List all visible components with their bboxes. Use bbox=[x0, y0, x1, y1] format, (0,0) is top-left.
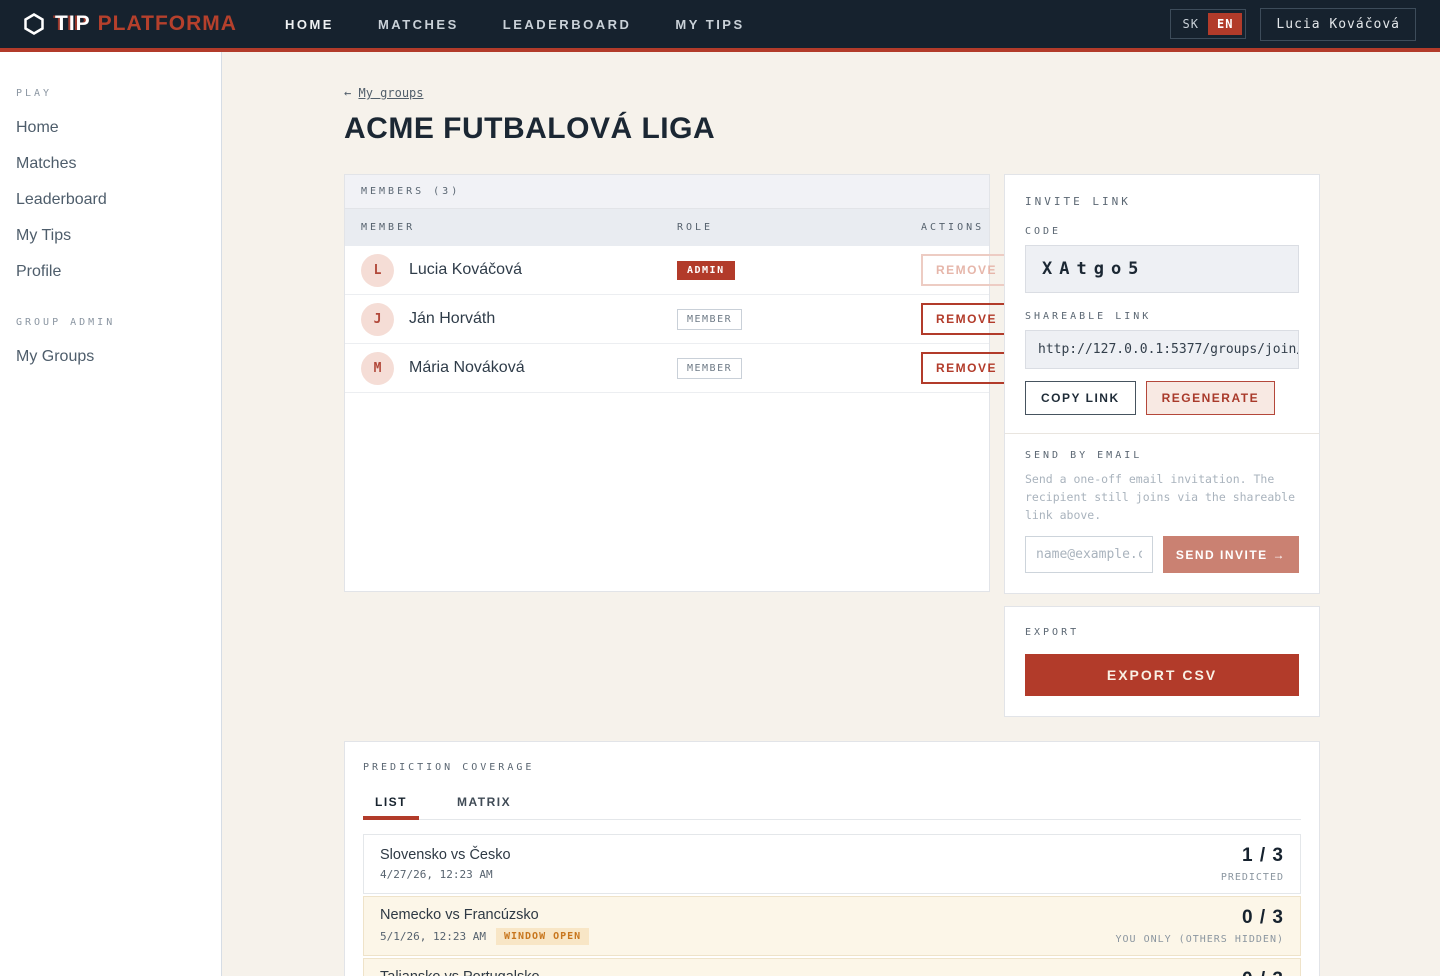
match-datetime: 5/1/26, 12:23 AM bbox=[380, 930, 486, 943]
page-title: ACME FUTBALOVÁ LIGA bbox=[344, 112, 1320, 146]
prediction-status: PREDICTED bbox=[1221, 872, 1284, 883]
shareable-link-label: SHAREABLE LINK bbox=[1025, 311, 1299, 322]
export-title: EXPORT bbox=[1025, 627, 1299, 638]
list-item: Taliansko vs Portugalsko 5/3/26, 12:23 A… bbox=[363, 958, 1301, 976]
brand-name: TIP PLATFORMA bbox=[55, 12, 237, 36]
send-by-email-title: SEND BY EMAIL bbox=[1025, 450, 1299, 461]
members-card-header: MEMBERS (3) bbox=[345, 175, 989, 209]
sidebar-item-leaderboard[interactable]: Leaderboard bbox=[0, 183, 221, 217]
brand-tip: TIP bbox=[55, 12, 91, 35]
shareable-link-value: http://127.0.0.1:5377/groups/join/XAtgo5 bbox=[1025, 330, 1299, 369]
send-by-email-description: Send a one-off email invitation. The rec… bbox=[1025, 471, 1299, 524]
sidebar-section-play: PLAY bbox=[0, 88, 221, 99]
brand-platforma: PLATFORMA bbox=[98, 12, 237, 35]
topbar-right: SK EN Lucia Kováčová bbox=[1170, 8, 1416, 41]
export-csv-button[interactable]: EXPORT CSV bbox=[1025, 654, 1299, 696]
email-field[interactable] bbox=[1025, 536, 1153, 573]
avatar: J bbox=[361, 303, 394, 336]
remove-member-button: REMOVE bbox=[921, 254, 1012, 286]
lang-sk-button[interactable]: SK bbox=[1174, 13, 1208, 35]
table-row: M Mária Nováková MEMBER REMOVE bbox=[345, 344, 989, 393]
nav-leaderboard[interactable]: LEADERBOARD bbox=[503, 17, 632, 32]
member-name: Ján Horváth bbox=[409, 310, 495, 328]
code-label: CODE bbox=[1025, 226, 1299, 237]
role-badge-member: MEMBER bbox=[677, 358, 742, 379]
window-open-badge: WINDOW OPEN bbox=[496, 928, 589, 945]
sidebar-item-profile[interactable]: Profile bbox=[0, 255, 221, 289]
member-name: Mária Nováková bbox=[409, 359, 525, 377]
predicted-count: 1 / 3 bbox=[1221, 845, 1284, 867]
main-content: ← My groups ACME FUTBALOVÁ LIGA MEMBERS … bbox=[222, 52, 1440, 976]
hexagon-logo-icon bbox=[24, 13, 44, 35]
sidebar-item-my-tips[interactable]: My Tips bbox=[0, 219, 221, 253]
avatar: L bbox=[361, 254, 394, 287]
members-card: MEMBERS (3) MEMBER ROLE ACTIONS L Lucia … bbox=[344, 174, 990, 592]
lang-en-button[interactable]: EN bbox=[1208, 13, 1242, 35]
avatar: M bbox=[361, 352, 394, 385]
nav-my-tips[interactable]: MY TIPS bbox=[675, 17, 744, 32]
column-actions: ACTIONS bbox=[921, 222, 984, 233]
top-navbar: TIP PLATFORMA HOME MATCHES LEADERBOARD MY… bbox=[0, 0, 1440, 52]
invite-link-card: INVITE LINK CODE XAtgo5 SHAREABLE LINK h… bbox=[1004, 174, 1320, 594]
sidebar-item-matches[interactable]: Matches bbox=[0, 147, 221, 181]
table-row: J Ján Horváth MEMBER REMOVE bbox=[345, 295, 989, 344]
nav-matches[interactable]: MATCHES bbox=[378, 17, 459, 32]
predicted-count: 0 / 3 bbox=[1116, 969, 1285, 976]
match-name: Taliansko vs Portugalsko bbox=[380, 969, 589, 976]
tab-list[interactable]: LIST bbox=[363, 789, 419, 819]
match-name: Nemecko vs Francúzsko bbox=[380, 907, 589, 923]
list-item: Nemecko vs Francúzsko 5/1/26, 12:23 AM W… bbox=[363, 896, 1301, 956]
back-arrow-icon: ← bbox=[344, 86, 351, 100]
members-table-head: MEMBER ROLE ACTIONS bbox=[345, 209, 989, 246]
match-datetime: 4/27/26, 12:23 AM bbox=[380, 868, 493, 881]
tab-matrix[interactable]: MATRIX bbox=[445, 789, 523, 819]
send-invite-button[interactable]: SEND INVITE → bbox=[1163, 536, 1299, 573]
user-profile-button[interactable]: Lucia Kováčová bbox=[1260, 8, 1416, 41]
table-row: L Lucia Kováčová ADMIN REMOVE bbox=[345, 246, 989, 295]
export-card: EXPORT EXPORT CSV bbox=[1004, 606, 1320, 717]
sidebar-item-my-groups[interactable]: My Groups bbox=[0, 340, 221, 374]
list-item: Slovensko vs Česko 4/27/26, 12:23 AM 1 /… bbox=[363, 834, 1301, 894]
prediction-status: YOU ONLY (OTHERS HIDDEN) bbox=[1116, 934, 1285, 945]
copy-link-button[interactable]: COPY LINK bbox=[1025, 381, 1136, 415]
prediction-coverage-title: PREDICTION COVERAGE bbox=[363, 762, 1301, 773]
sidebar-section-group-admin: GROUP ADMIN bbox=[0, 317, 221, 328]
column-member: MEMBER bbox=[361, 222, 677, 233]
language-toggle: SK EN bbox=[1170, 9, 1247, 39]
invite-code-value: XAtgo5 bbox=[1025, 245, 1299, 293]
divider bbox=[1005, 433, 1319, 434]
prediction-coverage-card: PREDICTION COVERAGE LIST MATRIX Slovensk… bbox=[344, 741, 1320, 976]
role-badge-admin: ADMIN bbox=[677, 261, 735, 280]
remove-member-button[interactable]: REMOVE bbox=[921, 303, 1012, 335]
brand-logo[interactable]: TIP PLATFORMA bbox=[24, 12, 237, 36]
invite-link-title: INVITE LINK bbox=[1025, 195, 1299, 208]
coverage-rows: Slovensko vs Česko 4/27/26, 12:23 AM 1 /… bbox=[363, 834, 1301, 976]
regenerate-button[interactable]: REGENERATE bbox=[1146, 381, 1275, 415]
sidebar: PLAY Home Matches Leaderboard My Tips Pr… bbox=[0, 52, 222, 976]
role-badge-member: MEMBER bbox=[677, 309, 742, 330]
coverage-tabs: LIST MATRIX bbox=[363, 789, 1301, 820]
nav-home[interactable]: HOME bbox=[285, 17, 334, 32]
breadcrumb: ← My groups bbox=[344, 86, 1320, 100]
remove-member-button[interactable]: REMOVE bbox=[921, 352, 1012, 384]
sidebar-item-home[interactable]: Home bbox=[0, 111, 221, 145]
main-nav: HOME MATCHES LEADERBOARD MY TIPS bbox=[285, 17, 745, 32]
match-name: Slovensko vs Česko bbox=[380, 847, 511, 863]
column-role: ROLE bbox=[677, 222, 921, 233]
predicted-count: 0 / 3 bbox=[1116, 907, 1285, 929]
breadcrumb-my-groups-link[interactable]: My groups bbox=[358, 86, 423, 100]
member-name: Lucia Kováčová bbox=[409, 261, 522, 279]
